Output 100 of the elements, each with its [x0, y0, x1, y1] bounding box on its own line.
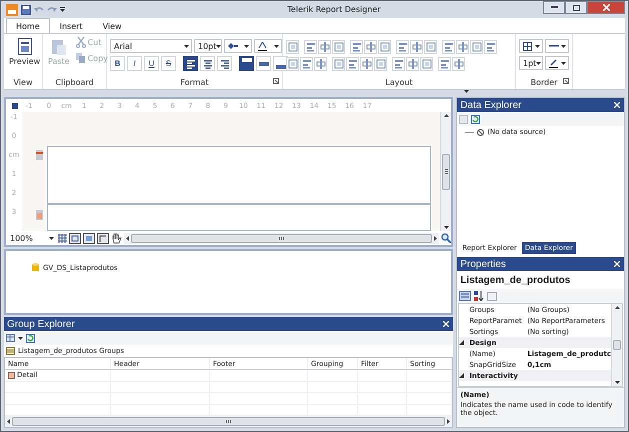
- underline-button[interactable]: U: [144, 56, 159, 71]
- layout-tool-button[interactable]: [392, 57, 405, 71]
- group-label: Format: [180, 78, 209, 86]
- layout-tool-button[interactable]: [346, 57, 359, 71]
- snap-icon[interactable]: [69, 232, 81, 244]
- font-dropdown[interactable]: Arial: [110, 39, 192, 53]
- grid-icon[interactable]: [58, 234, 67, 242]
- scrollbar-thumb[interactable]: [613, 340, 621, 350]
- dialog-launcher-icon[interactable]: [273, 78, 279, 84]
- layout-tool-button[interactable]: [410, 40, 423, 54]
- align-center-button[interactable]: [200, 56, 215, 71]
- maximize-button[interactable]: [565, 1, 587, 14]
- sort-az-icon[interactable]: [474, 291, 484, 301]
- line-style-dropdown[interactable]: [545, 39, 569, 53]
- layout-tool-button[interactable]: [332, 40, 345, 54]
- close-button[interactable]: [614, 258, 620, 270]
- font-color-dropdown[interactable]: [254, 39, 282, 53]
- scroll-up-icon[interactable]: [444, 114, 449, 117]
- layout-tool-button[interactable]: [300, 57, 313, 71]
- layout-tool-button[interactable]: [314, 57, 327, 71]
- bold-button[interactable]: B: [110, 56, 125, 71]
- page-header-icon[interactable]: [36, 150, 43, 160]
- borders-dropdown[interactable]: [519, 39, 543, 53]
- align-left-button[interactable]: [183, 56, 198, 71]
- layout-icon[interactable]: [6, 334, 15, 342]
- layout-tool-button[interactable]: [452, 57, 465, 71]
- customize-icon[interactable]: [60, 6, 65, 12]
- magnifier-icon[interactable]: [441, 233, 452, 243]
- ribbon-tab[interactable]: Home: [6, 18, 50, 33]
- layout-tool-button[interactable]: [286, 57, 299, 71]
- caret-icon: [274, 44, 279, 48]
- layout-tool-button[interactable]: [420, 57, 433, 71]
- refresh-icon[interactable]: [471, 114, 480, 124]
- grip-icon: [444, 169, 448, 174]
- size-dropdown[interactable]: 10pt: [194, 39, 222, 53]
- ribbon-tab[interactable]: Insert: [50, 18, 93, 33]
- close-button[interactable]: [443, 318, 450, 330]
- layout-tool-button[interactable]: [442, 40, 455, 54]
- caret-icon: [535, 44, 540, 48]
- caret-icon: [244, 44, 249, 48]
- layout-tool-button[interactable]: [378, 40, 391, 54]
- ribbon-tab[interactable]: View: [92, 18, 132, 33]
- layout-tool-button[interactable]: [470, 40, 483, 54]
- vertical-align-middle-button[interactable]: [256, 56, 271, 71]
- paint-bucket-icon: [228, 43, 238, 49]
- horizontal-scrollbar[interactable]: [124, 232, 440, 244]
- layout-tool-button[interactable]: [318, 40, 331, 54]
- layout-tool-button[interactable]: [424, 40, 437, 54]
- caret-icon: [18, 336, 23, 340]
- strikethrough-button[interactable]: S: [161, 56, 176, 71]
- dialog-launcher-icon[interactable]: [563, 78, 569, 84]
- italic-button[interactable]: I: [127, 56, 142, 71]
- corner-icon[interactable]: [97, 232, 109, 244]
- scroll-down-icon[interactable]: [444, 226, 449, 229]
- maximize-icon: [572, 4, 580, 10]
- layout-tool-button[interactable]: [350, 40, 363, 54]
- layout-tool-button[interactable]: [438, 57, 451, 71]
- vertical-align-top-button[interactable]: [239, 56, 254, 71]
- collapse-triangle-icon[interactable]: [459, 373, 464, 378]
- layout-tool-button[interactable]: [374, 57, 387, 71]
- bar-icon: [258, 62, 268, 66]
- layout-tool-button[interactable]: [286, 40, 299, 54]
- collapse-triangle-icon[interactable]: [459, 340, 464, 345]
- fill-color-dropdown[interactable]: [224, 39, 252, 53]
- panel-icon[interactable]: [83, 232, 95, 244]
- scroll-left-icon[interactable]: [126, 236, 129, 240]
- vertical-scrollbar[interactable]: [440, 112, 452, 231]
- close-button[interactable]: [614, 100, 620, 110]
- layout-tool-button[interactable]: [484, 40, 497, 54]
- categorized-icon[interactable]: [459, 291, 472, 301]
- layout-tool-button[interactable]: [360, 57, 373, 71]
- scroll-up-icon[interactable]: [614, 306, 620, 309]
- refresh-icon[interactable]: [26, 334, 35, 342]
- group-label: Clipboard: [55, 78, 94, 86]
- horizontal-scrollbar[interactable]: [5, 416, 452, 427]
- zoom-dropdown[interactable]: 100%: [8, 232, 56, 244]
- scrollbar-thumb[interactable]: [131, 234, 432, 242]
- vertical-scrollbar[interactable]: [611, 304, 622, 386]
- preview-button[interactable]: Preview: [7, 36, 42, 75]
- close-button[interactable]: [587, 1, 625, 14]
- scrollbar-thumb[interactable]: [442, 154, 450, 190]
- border-color-dropdown[interactable]: [545, 56, 569, 70]
- save-icon[interactable]: [21, 4, 31, 14]
- scrollbar-thumb[interactable]: [12, 417, 446, 426]
- scroll-left-icon[interactable]: [7, 419, 10, 424]
- minimize-button[interactable]: [543, 1, 565, 14]
- lines-icon: [186, 58, 196, 68]
- hand-icon[interactable]: [111, 232, 122, 244]
- border-width-dropdown[interactable]: 1pt: [519, 56, 543, 70]
- align-right-button[interactable]: [217, 56, 232, 71]
- layout-tool-button[interactable]: [304, 40, 317, 54]
- layout-tool-button[interactable]: [332, 57, 345, 71]
- group-label: Layout: [385, 78, 413, 86]
- bars-icon: [440, 59, 450, 69]
- layout-tool-button[interactable]: [456, 40, 469, 54]
- scroll-down-icon[interactable]: [614, 381, 620, 384]
- layout-tool-button[interactable]: [396, 40, 409, 54]
- layout-tool-button[interactable]: [406, 57, 419, 71]
- layout-tool-button[interactable]: [364, 40, 377, 54]
- group-label: Border: [530, 78, 558, 86]
